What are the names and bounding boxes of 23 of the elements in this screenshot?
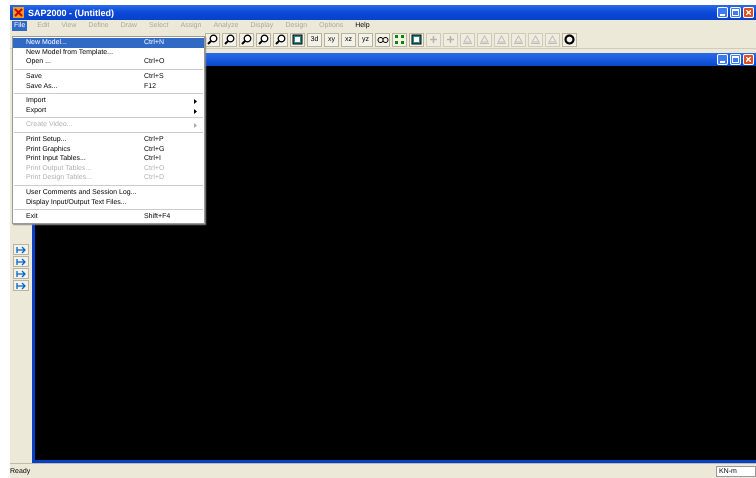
toolbar-zoom-icon[interactable] [205,32,220,46]
close-button[interactable] [743,54,754,65]
restore-button[interactable] [730,7,741,18]
toolbar-arrow-icon[interactable] [13,268,29,279]
minimize-button[interactable] [717,7,728,18]
toolbar-zoom-icon[interactable] [239,32,254,46]
toolbar-zoom-icon[interactable] [273,32,288,46]
submenu-arrow-icon [194,123,197,128]
toolbar-zoom-icon[interactable] [222,32,237,46]
toolbar-glasses-icon[interactable] [375,32,390,46]
toolbar-frame-icon[interactable] [409,32,424,46]
toolbar-arrow-icon[interactable] [13,256,29,267]
app-icon [13,7,24,18]
window-title: SAP2000 - (Untitled) [28,8,114,18]
toolbar-frame-icon[interactable] [290,32,305,46]
toolbar-grid-icon[interactable] [392,32,407,46]
toolbar-ring-icon[interactable] [562,32,577,46]
toolbar-arrow-icon[interactable] [13,244,29,255]
toolbar-arrow-icon[interactable] [13,280,29,291]
minimize-button[interactable] [717,54,728,65]
close-button[interactable] [743,7,754,18]
toolbar-zoom-icon[interactable] [256,32,271,46]
maximize-button[interactable] [730,54,741,65]
